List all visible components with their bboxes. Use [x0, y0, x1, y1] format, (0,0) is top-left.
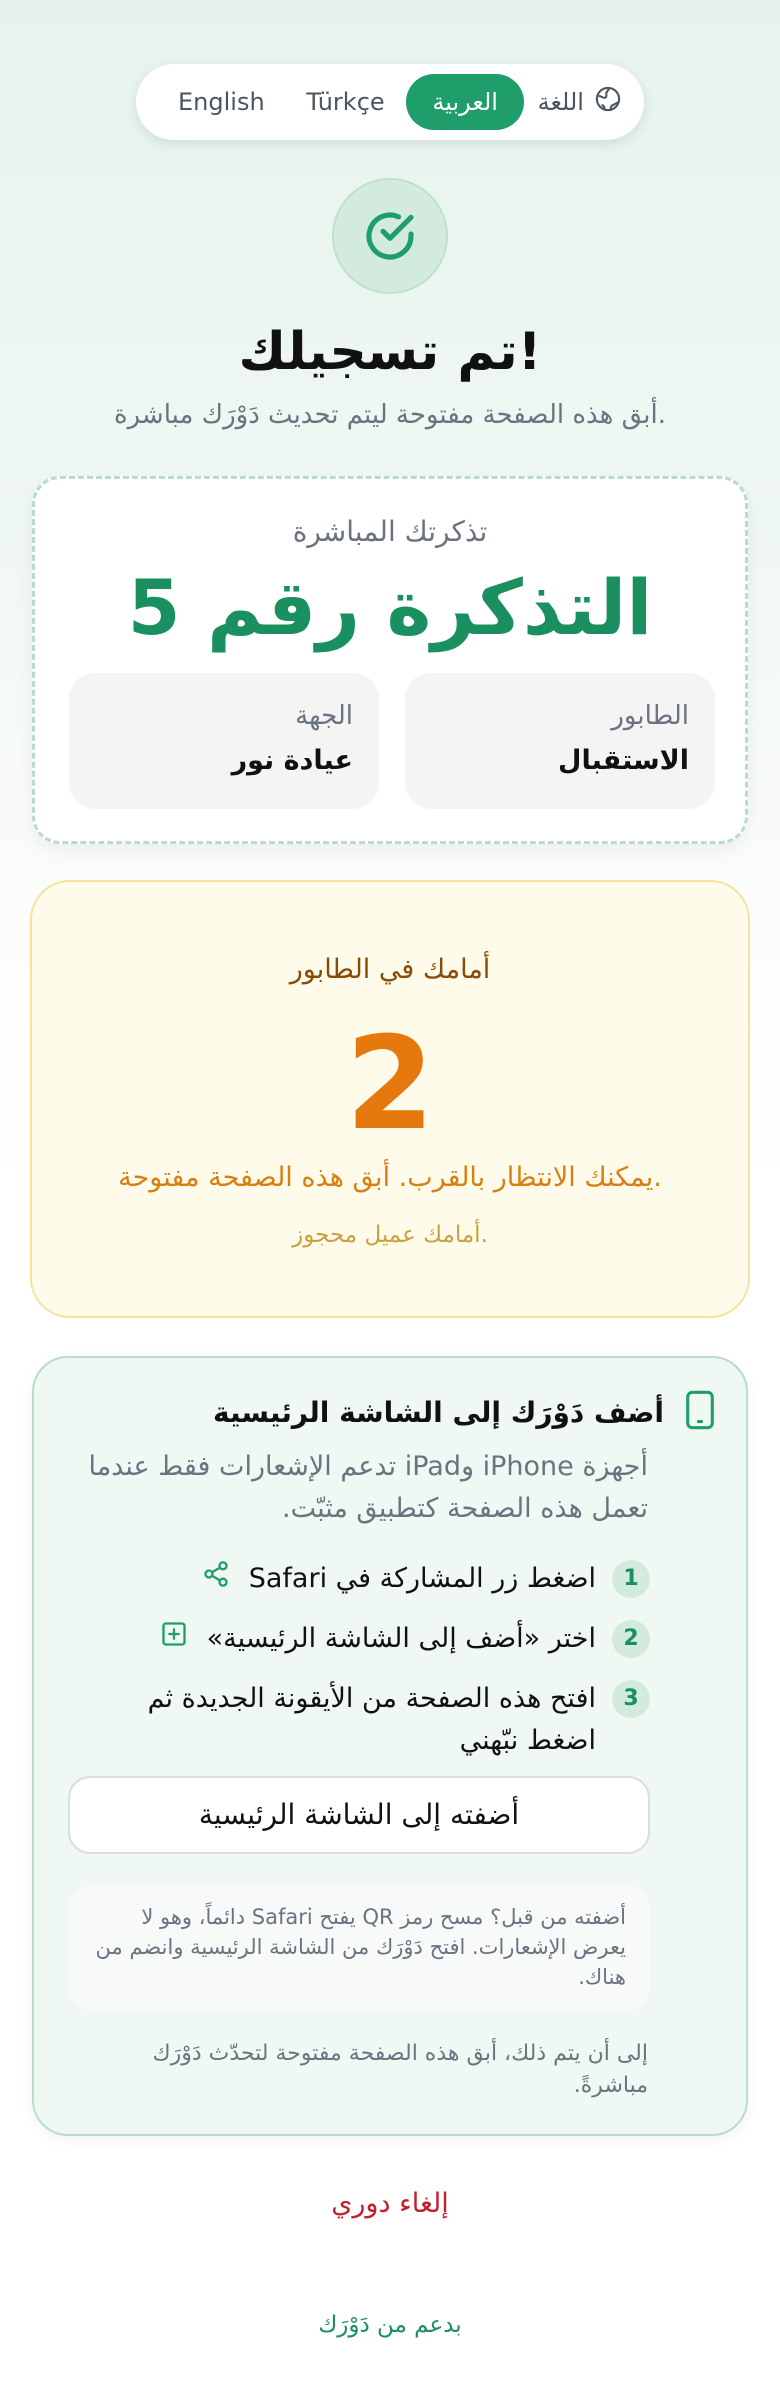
queue-position-note: أمامك عميل محجوز.	[292, 1222, 488, 1248]
queue-info-box: الطابور الاستقبال	[405, 673, 715, 809]
step-2: 2 اختر «أضف إلى الشاشة الرئيسية»	[126, 1618, 650, 1661]
lang-option-arabic[interactable]: العربية	[406, 74, 524, 130]
ticket-label: تذكرتك المباشرة	[292, 515, 488, 548]
queue-position-message: يمكنك الانتظار بالقرب. أبق هذه الصفحة مف…	[118, 1162, 662, 1193]
ticket-card: تذكرتك المباشرة التذكرة رقم 5 الطابور ال…	[32, 476, 748, 844]
tip-box: أضفته من قبل؟ مسح رمز QR يفتح Safari دائ…	[68, 1886, 650, 2010]
ticket-number: التذكرة رقم 5	[127, 563, 653, 652]
check-circle-icon	[332, 178, 448, 294]
queue-position-card: أمامك في الطابور 2 يمكنك الانتظار بالقرب…	[30, 880, 750, 1318]
queue-position-count: 2	[345, 1010, 435, 1159]
lang-option-english[interactable]: English	[158, 74, 285, 130]
powered-by-link[interactable]: بدعم من دَوْرَك	[0, 2312, 780, 2338]
page-subtitle: أبق هذه الصفحة مفتوحة ليتم تحديث دَوْرَك…	[113, 400, 667, 430]
queue-position-label: أمامك في الطابور	[289, 954, 491, 985]
home-screen-card: أضف دَوْرَك إلى الشاشة الرئيسية أجهزة iP…	[32, 1356, 748, 2136]
step-number: 1	[612, 1560, 650, 1598]
queue-info-key: الطابور	[611, 701, 689, 731]
added-to-home-screen-button[interactable]: أضفته إلى الشاشة الرئيسية	[68, 1776, 650, 1854]
step-number: 2	[612, 1620, 650, 1658]
home-screen-footer-note: إلى أن يتم ذلك، أبق هذه الصفحة مفتوحة لت…	[152, 2041, 648, 2098]
destination-info-box: الجهة عيادة نور	[69, 673, 379, 809]
step-1-label: اضغط زر المشاركة في Safari	[248, 1563, 596, 1594]
language-switcher: English Türkçe العربية اللغة	[136, 64, 644, 140]
step-2-label: اختر «أضف إلى الشاشة الرئيسية»	[206, 1623, 596, 1654]
globe-icon	[594, 85, 622, 119]
home-screen-description: أجهزة iPhone وiPad تدعم الإشعارات فقط عن…	[88, 1451, 648, 1524]
destination-info-value: عيادة نور	[231, 745, 353, 776]
language-label: اللغة	[526, 85, 634, 119]
page: English Türkçe العربية اللغة تم تسجيلك! …	[0, 0, 780, 2408]
queue-info-value: الاستقبال	[558, 745, 689, 776]
cancel-turn-link[interactable]: إلغاء دوري	[0, 2188, 780, 2219]
step-text: اختر «أضف إلى الشاشة الرئيسية»	[126, 1618, 596, 1661]
step-3-label: افتح هذه الصفحة من الأيقونة الجديدة ثم ا…	[147, 1683, 596, 1756]
step-1: 1 اضغط زر المشاركة في Safari	[126, 1558, 650, 1601]
home-screen-header: أضف دَوْرَك إلى الشاشة الرئيسية	[213, 1390, 716, 1434]
destination-info-key: الجهة	[295, 701, 353, 731]
home-screen-title: أضف دَوْرَك إلى الشاشة الرئيسية	[213, 1395, 664, 1429]
language-label-text: اللغة	[537, 88, 584, 116]
phone-icon	[684, 1390, 716, 1434]
share-icon	[202, 1559, 230, 1601]
step-3: 3 افتح هذه الصفحة من الأيقونة الجديدة ثم…	[126, 1678, 650, 1762]
lang-option-turkish[interactable]: Türkçe	[286, 74, 404, 130]
step-number: 3	[612, 1680, 650, 1718]
plus-square-icon	[160, 1619, 188, 1661]
page-title: تم تسجيلك!	[238, 322, 542, 382]
step-text: اضغط زر المشاركة في Safari	[126, 1558, 596, 1601]
